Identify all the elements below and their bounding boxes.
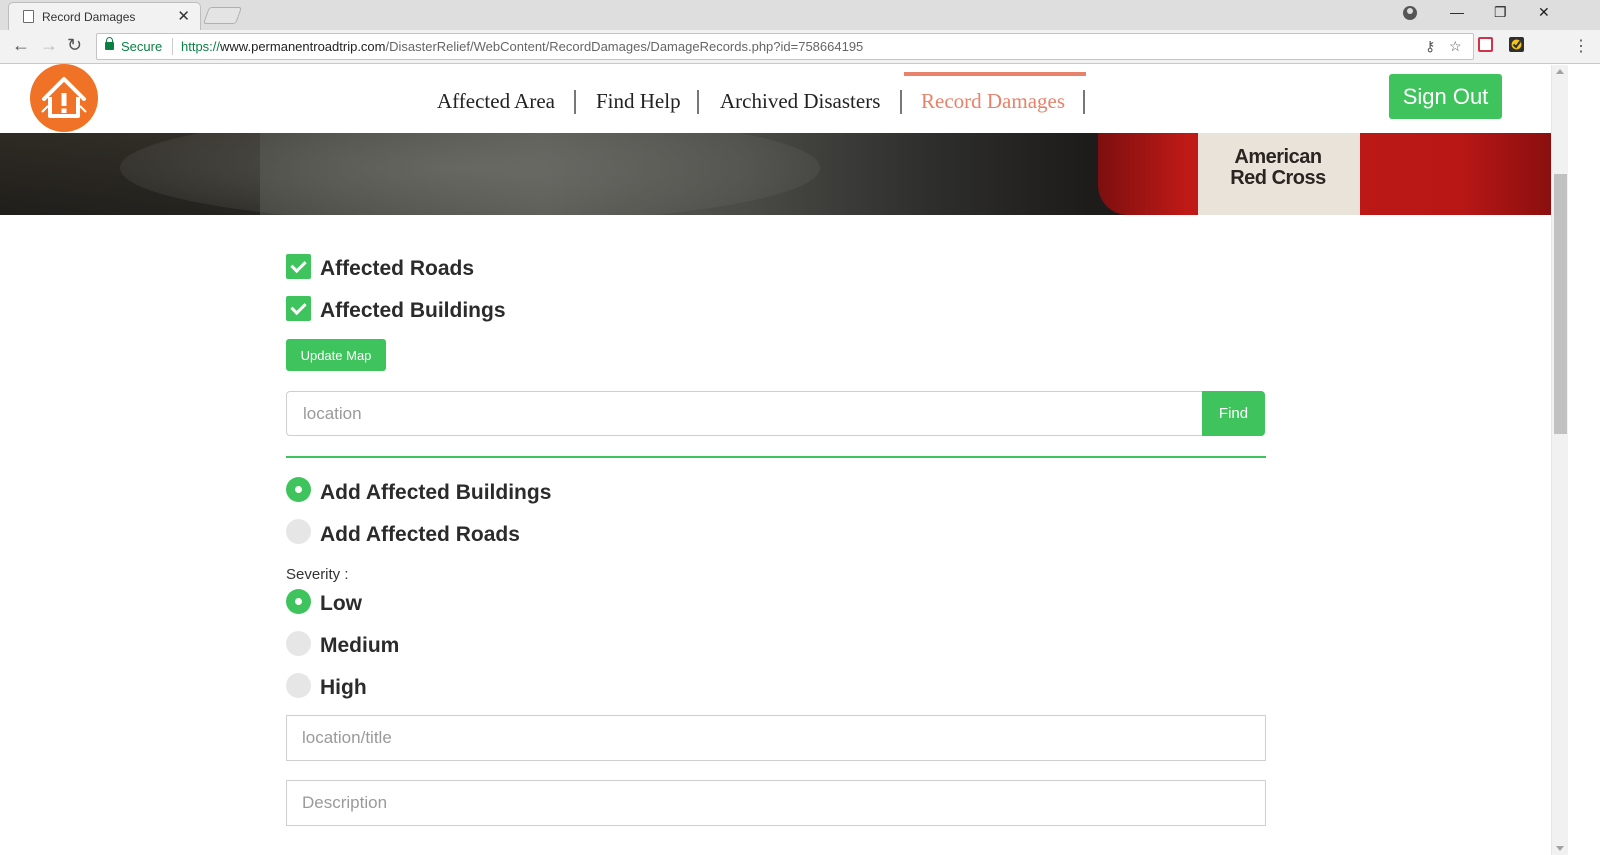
- severity-label: Severity :: [286, 566, 349, 583]
- find-button[interactable]: Find: [1202, 391, 1265, 436]
- key-icon[interactable]: ⚷: [1425, 38, 1435, 55]
- severity-high-radio[interactable]: [286, 673, 311, 698]
- scroll-down-icon[interactable]: [1556, 846, 1564, 851]
- url-text[interactable]: https://www.permanentroadtrip.com/Disast…: [181, 39, 863, 54]
- nav-separator: [900, 90, 902, 114]
- tab-close-icon[interactable]: ✕: [177, 7, 190, 25]
- minimize-button[interactable]: —: [1450, 4, 1464, 20]
- location-search: Find: [286, 391, 1265, 436]
- profile-icon[interactable]: [1403, 6, 1417, 20]
- nav-find-help[interactable]: Find Help: [596, 89, 681, 114]
- nav-record-damages[interactable]: Record Damages: [921, 89, 1065, 114]
- star-icon[interactable]: ☆: [1449, 38, 1462, 55]
- maximize-button[interactable]: ❐: [1494, 4, 1507, 21]
- back-icon[interactable]: ←: [12, 35, 30, 56]
- add-buildings-radio[interactable]: [286, 477, 311, 502]
- tab-title: Record Damages: [42, 10, 136, 24]
- nav-affected-area[interactable]: Affected Area: [437, 89, 555, 114]
- sign-out-button[interactable]: Sign Out: [1389, 74, 1502, 119]
- vest-text-line1: American: [1234, 146, 1322, 168]
- window-close-button[interactable]: ✕: [1538, 4, 1550, 21]
- affected-buildings-checkbox[interactable]: [286, 296, 311, 321]
- hero-banner: American Red Cross: [0, 133, 1551, 215]
- add-roads-radio[interactable]: [286, 519, 311, 544]
- severity-medium-label[interactable]: Medium: [320, 634, 399, 658]
- update-map-button[interactable]: Update Map: [286, 339, 386, 371]
- vest-text-line2: Red Cross: [1230, 167, 1326, 189]
- lock-icon: [105, 37, 114, 50]
- location-title-field[interactable]: [286, 715, 1266, 761]
- add-roads-label[interactable]: Add Affected Roads: [320, 523, 520, 547]
- hero-sky: [120, 133, 820, 215]
- url-host: www.permanentroadtrip.com: [220, 39, 386, 54]
- nav-archived-disasters[interactable]: Archived Disasters: [720, 89, 880, 114]
- nav-separator: [574, 90, 576, 114]
- page-scrollbar[interactable]: [1551, 65, 1568, 855]
- secure-label: Secure: [121, 39, 163, 54]
- severity-low-radio[interactable]: [286, 589, 311, 614]
- section-divider: [286, 456, 1266, 458]
- house-alert-icon[interactable]: [30, 64, 98, 132]
- reload-icon[interactable]: ↻: [67, 35, 82, 56]
- pocket-extension-icon[interactable]: [1478, 37, 1493, 52]
- checkmark-extension-icon[interactable]: [1509, 37, 1524, 52]
- url-scheme: https://: [181, 39, 221, 54]
- omnibox-separator: [172, 38, 173, 55]
- severity-high-label[interactable]: High: [320, 676, 367, 700]
- menu-icon[interactable]: ⋮: [1573, 36, 1589, 56]
- location-search-input[interactable]: [286, 391, 1203, 436]
- affected-buildings-label[interactable]: Affected Buildings: [320, 299, 506, 323]
- browser-tab[interactable]: Record Damages ✕: [8, 2, 201, 30]
- scroll-up-icon[interactable]: [1556, 69, 1564, 74]
- affected-roads-checkbox[interactable]: [286, 254, 311, 279]
- affected-roads-label[interactable]: Affected Roads: [320, 257, 474, 281]
- site-header: Affected Area Find Help Archived Disaste…: [0, 64, 1551, 133]
- browser-tabstrip: Record Damages ✕ — ❐ ✕: [0, 0, 1600, 30]
- forward-icon[interactable]: →: [40, 35, 58, 56]
- url-path: /DisasterRelief/WebContent/RecordDamages…: [385, 39, 864, 54]
- severity-low-label[interactable]: Low: [320, 592, 362, 616]
- browser-toolbar: ← → ↻ Secure https://www.permanentroadtr…: [0, 30, 1600, 64]
- address-bar[interactable]: Secure https://www.permanentroadtrip.com…: [96, 33, 1474, 60]
- description-field[interactable]: [286, 780, 1266, 826]
- hero-vest-text: American Red Cross: [1213, 147, 1343, 189]
- active-nav-indicator: [904, 72, 1086, 76]
- page-icon: [23, 10, 34, 23]
- add-buildings-label[interactable]: Add Affected Buildings: [320, 481, 551, 505]
- nav-separator: [697, 90, 699, 114]
- new-tab-button[interactable]: [202, 7, 243, 24]
- nav-separator: [1083, 90, 1085, 114]
- severity-medium-radio[interactable]: [286, 631, 311, 656]
- scrollbar-thumb[interactable]: [1554, 174, 1567, 434]
